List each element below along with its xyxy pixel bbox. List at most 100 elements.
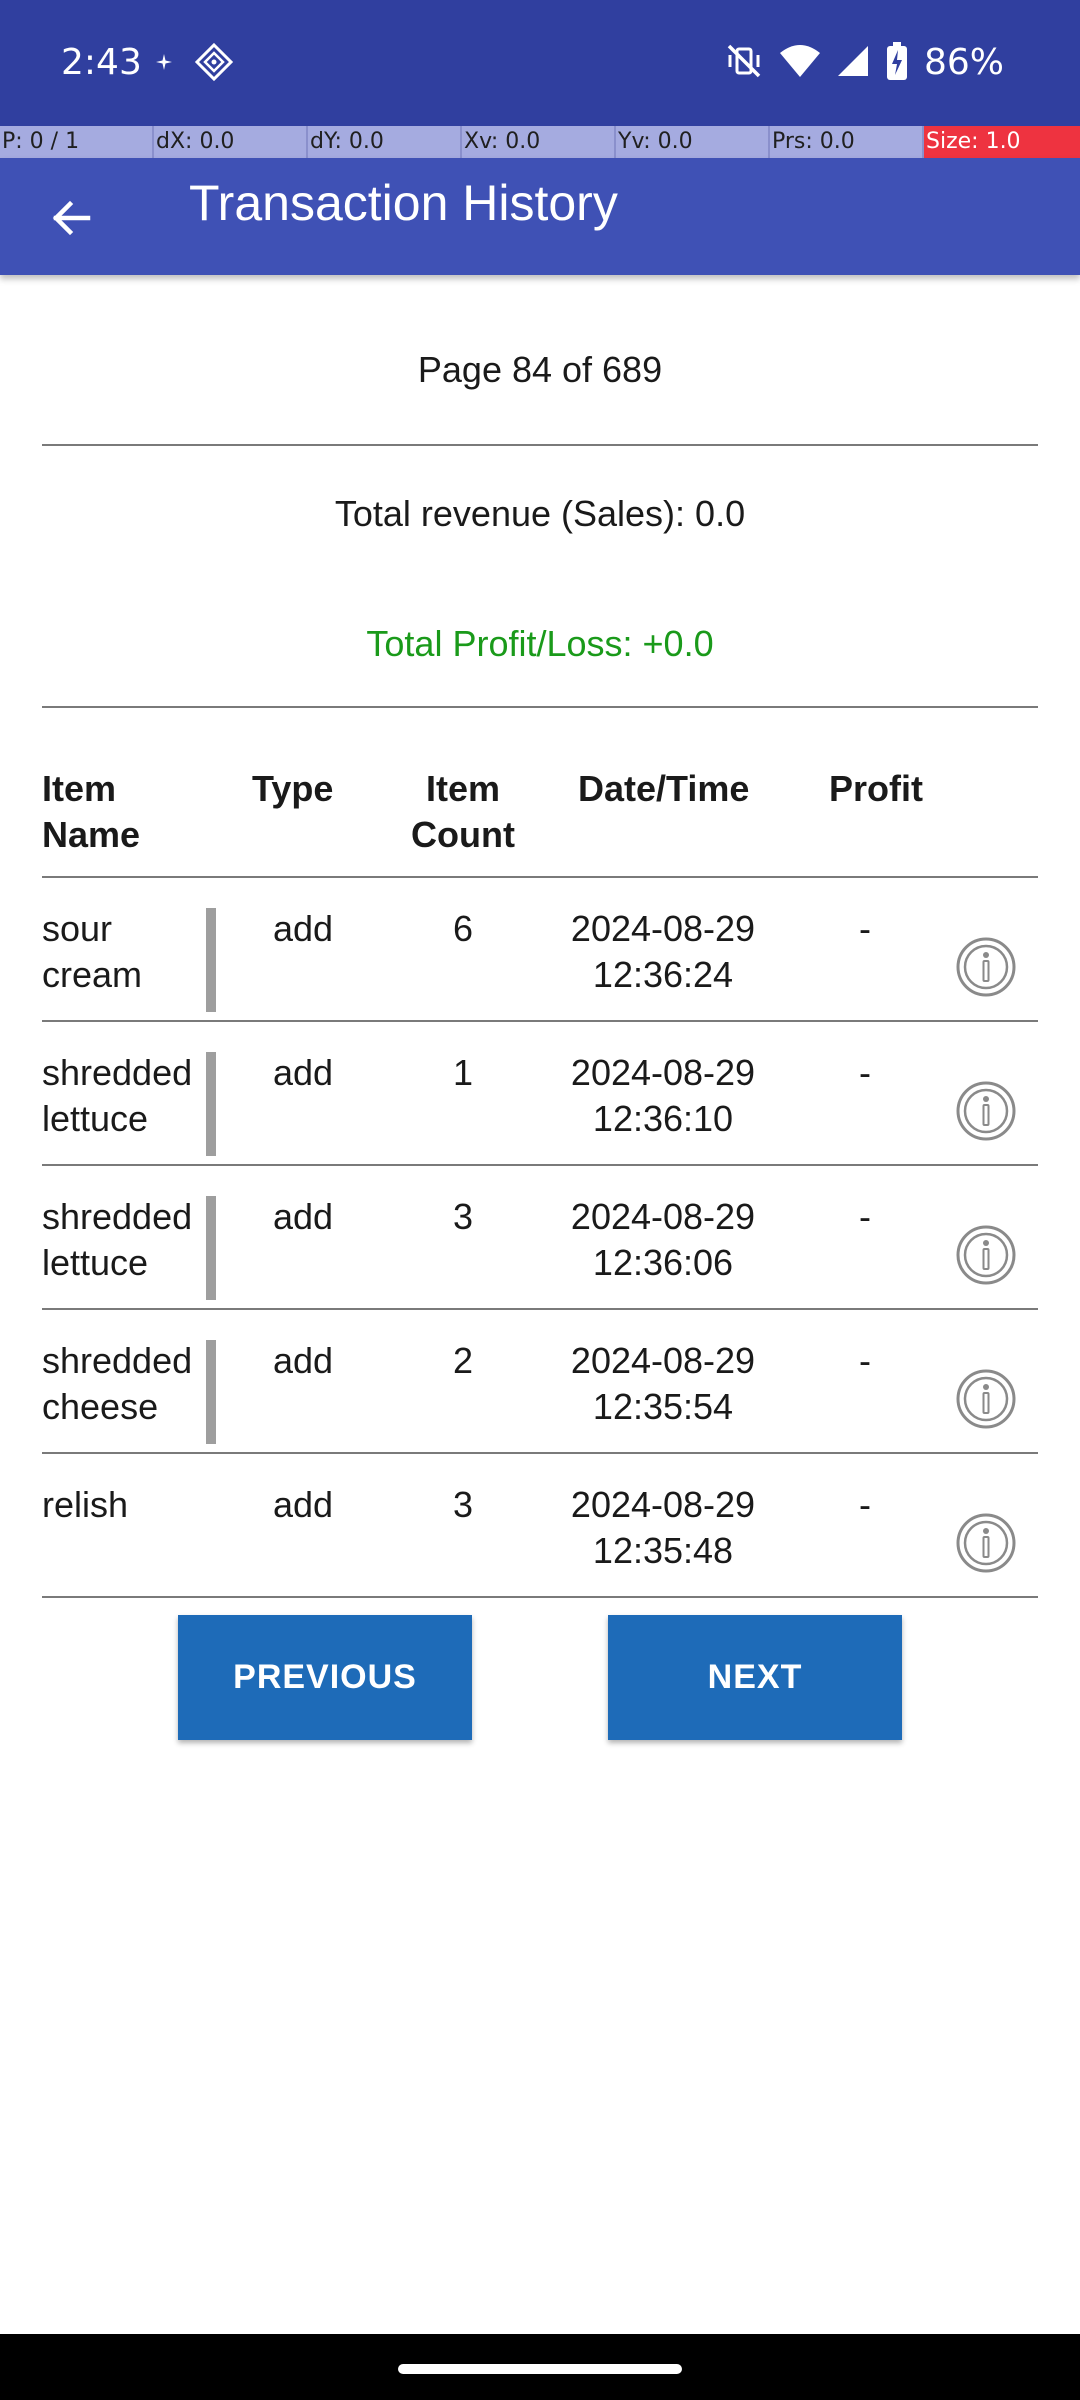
next-button[interactable]: NEXT <box>608 1615 902 1740</box>
battery-charging-icon <box>886 41 908 85</box>
item-count: 3 <box>452 1196 474 1237</box>
item-date: 2024-08-29 <box>570 1340 756 1381</box>
item-name: shredded lettuce <box>42 1050 207 1142</box>
item-name-line2: cream <box>42 954 143 995</box>
header-item-count: Item Count <box>400 766 526 858</box>
item-count: 6 <box>452 908 474 949</box>
header-item-count-line1: Item <box>425 768 501 809</box>
page-indicator: Page 84 of 689 <box>417 349 663 390</box>
table-row[interactable]: relish add 3 2024-08-29 12:35:48 - <box>0 1454 1080 1598</box>
table-row[interactable]: sour cream add 6 2024-08-29 12:36:24 - <box>0 878 1080 1022</box>
item-profit: - <box>859 1052 871 1093</box>
sparkle-icon <box>156 53 172 75</box>
diamond-app-icon <box>194 42 234 87</box>
header-date-time: Date/Time <box>578 768 750 809</box>
row-separator-bar <box>206 1052 216 1156</box>
pointer-yv: Yv: 0.0 <box>616 126 770 158</box>
info-icon <box>956 1369 1016 1429</box>
back-button[interactable] <box>36 184 108 256</box>
info-icon <box>956 1081 1016 1141</box>
item-name-line1: sour <box>42 908 113 949</box>
table-row[interactable]: shredded lettuce add 3 2024-08-29 12:36:… <box>0 1166 1080 1310</box>
pointer-pressure: Prs: 0.0 <box>770 126 924 158</box>
home-gesture-handle[interactable] <box>398 2364 682 2374</box>
signal-icon <box>836 44 870 83</box>
header-profit: Profit <box>829 768 923 809</box>
pointer-count: P: 0 / 1 <box>0 126 154 158</box>
item-count: 2 <box>452 1340 474 1381</box>
page-title: Transaction History <box>189 175 618 231</box>
item-name-line1: shredded <box>42 1196 193 1237</box>
pointer-location-strip: P: 0 / 1 dX: 0.0 dY: 0.0 Xv: 0.0 Yv: 0.0… <box>0 126 1080 158</box>
info-icon <box>956 937 1016 997</box>
info-button[interactable] <box>955 1080 1017 1142</box>
row-separator-bar <box>206 1196 216 1300</box>
info-button[interactable] <box>955 1224 1017 1286</box>
info-button[interactable] <box>955 1512 1017 1574</box>
item-count: 1 <box>452 1052 474 1093</box>
header-item-name: Item Name <box>42 766 140 858</box>
pointer-dy: dY: 0.0 <box>308 126 462 158</box>
header-type: Type <box>252 768 334 809</box>
previous-button[interactable]: PREVIOUS <box>178 1615 472 1740</box>
row-separator-bar <box>206 1340 216 1444</box>
item-profit: - <box>859 1484 871 1525</box>
header-item-name-line2: Name <box>42 814 141 855</box>
wifi-icon <box>779 43 820 84</box>
item-name-line1: shredded <box>42 1340 193 1381</box>
item-name-line2: cheese <box>42 1386 159 1427</box>
info-button[interactable] <box>955 1368 1017 1430</box>
item-name-line2: lettuce <box>42 1098 149 1139</box>
table-row[interactable]: shredded cheese add 2 2024-08-29 12:35:5… <box>0 1310 1080 1454</box>
divider <box>42 444 1038 446</box>
mute-vibrate-icon <box>724 41 764 86</box>
item-name: sour cream <box>42 906 207 998</box>
item-type: add <box>272 1052 334 1093</box>
item-date-time: 2024-08-29 12:36:24 <box>543 906 783 998</box>
item-name-line1: relish <box>42 1484 129 1525</box>
item-profit: - <box>859 1196 871 1237</box>
item-name: relish <box>42 1482 207 1528</box>
item-name: shredded cheese <box>42 1338 207 1430</box>
item-profit: - <box>859 908 871 949</box>
status-right-icons: 86% <box>724 38 1004 88</box>
pointer-dx: dX: 0.0 <box>154 126 308 158</box>
header-item-name-line1: Item <box>42 768 117 809</box>
item-name-line2: lettuce <box>42 1242 149 1283</box>
item-type: add <box>272 1196 334 1237</box>
item-date: 2024-08-29 <box>570 908 756 949</box>
system-nav-bar <box>0 2334 1080 2400</box>
item-time: 12:35:54 <box>592 1386 734 1427</box>
header-item-count-line2: Count <box>411 814 515 855</box>
item-name-line1: shredded <box>42 1052 193 1093</box>
item-time: 12:36:06 <box>592 1242 734 1283</box>
item-type: add <box>272 1484 334 1525</box>
item-date: 2024-08-29 <box>570 1052 756 1093</box>
status-left-icons <box>156 42 234 86</box>
battery-percent: 86% <box>923 42 1004 83</box>
info-icon <box>956 1513 1016 1573</box>
divider <box>42 1596 1038 1598</box>
info-button[interactable] <box>955 936 1017 998</box>
status-time: 2:43 <box>61 42 142 83</box>
item-date-time: 2024-08-29 12:36:06 <box>543 1194 783 1286</box>
item-date-time: 2024-08-29 12:36:10 <box>543 1050 783 1142</box>
item-profit: - <box>859 1340 871 1381</box>
item-time: 12:35:48 <box>592 1530 734 1571</box>
item-name: shredded lettuce <box>42 1194 207 1286</box>
item-type: add <box>272 908 334 949</box>
pointer-xv: Xv: 0.0 <box>462 126 616 158</box>
arrow-back-icon <box>48 194 96 247</box>
item-time: 12:36:24 <box>592 954 734 995</box>
item-count: 3 <box>452 1484 474 1525</box>
app-bar: Transaction History <box>0 158 1080 275</box>
total-profit-loss: Total Profit/Loss: +0.0 <box>366 623 714 664</box>
total-revenue: Total revenue (Sales): 0.0 <box>334 493 746 534</box>
item-type: add <box>272 1340 334 1381</box>
item-date-time: 2024-08-29 12:35:54 <box>543 1338 783 1430</box>
row-separator-bar <box>206 908 216 1012</box>
pointer-size: Size: 1.0 <box>924 126 1080 158</box>
table-row[interactable]: shredded lettuce add 1 2024-08-29 12:36:… <box>0 1022 1080 1166</box>
info-icon <box>956 1225 1016 1285</box>
item-date-time: 2024-08-29 12:35:48 <box>543 1482 783 1574</box>
